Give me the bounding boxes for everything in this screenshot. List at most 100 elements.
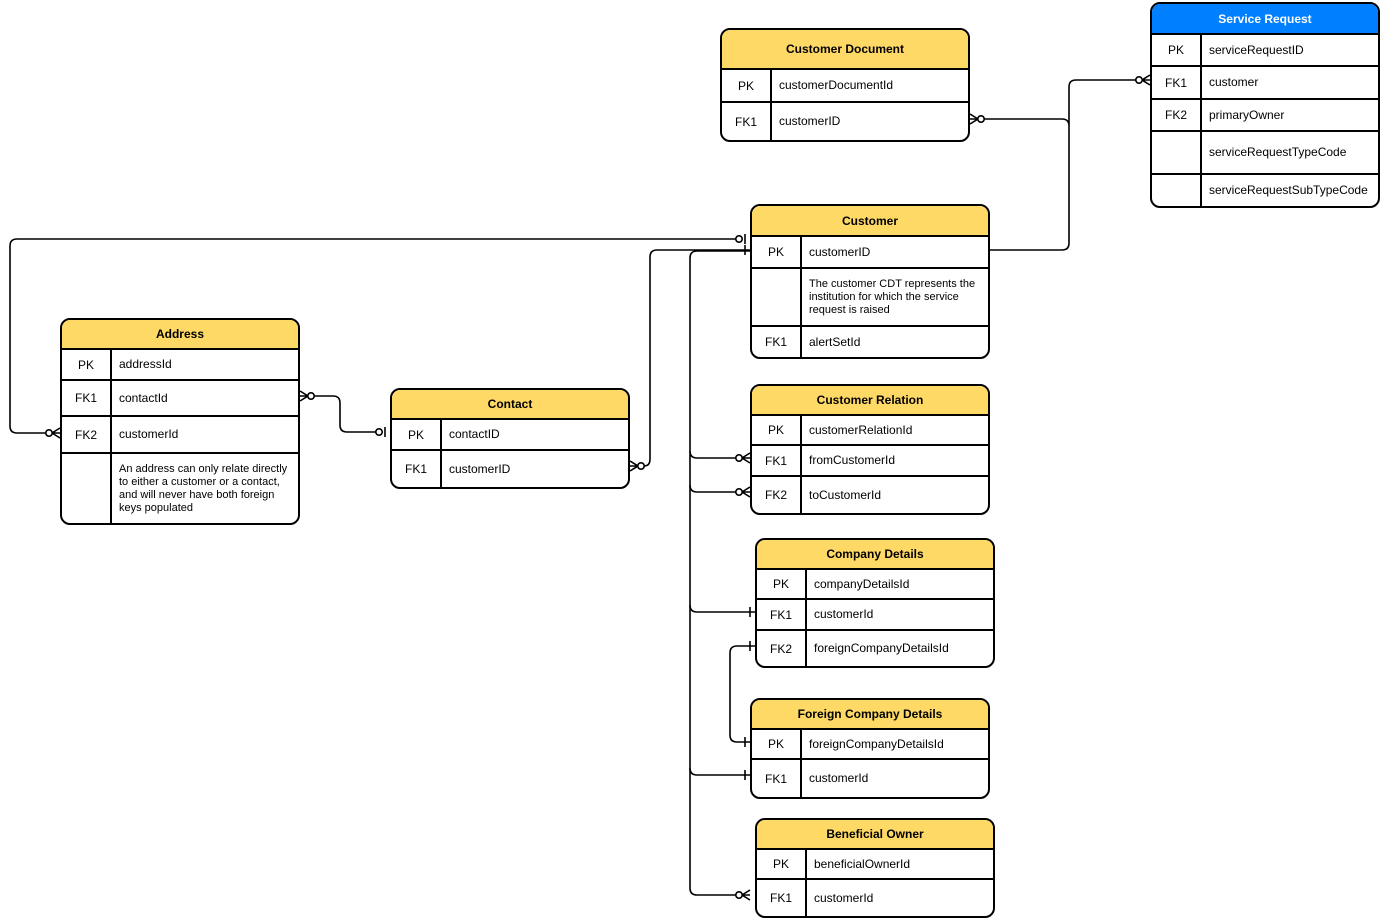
entity-title: Company Details [757, 540, 993, 570]
key-label [752, 269, 802, 325]
entity-row: serviceRequestSubTypeCode [1152, 175, 1378, 206]
crows-foot-icon [299, 390, 310, 402]
entity-row: PK beneficialOwnerId [757, 850, 993, 880]
key-label: FK2 [62, 417, 112, 452]
zero-circle-icon [1135, 76, 1144, 85]
entity-row: An address can only relate directly to e… [62, 454, 298, 523]
entity-customer-relation[interactable]: Customer Relation PK customerRelationId FK1… [750, 384, 990, 515]
field-name: addressId [119, 357, 172, 371]
entity-company-details[interactable]: Company Details PK companyDetailsId FK1 cust… [755, 538, 995, 668]
relationship-line [984, 79, 1136, 127]
entity-row: FK2 primaryOwner [1152, 100, 1378, 132]
entity-row: FK1 customer [1152, 67, 1378, 100]
entity-row: FK2 foreignCompanyDetailsId [757, 631, 993, 666]
field-name: alertSetId [809, 334, 861, 349]
key-label [62, 454, 112, 523]
field-name: serviceRequestID [1209, 42, 1304, 57]
entity-row: PK customerRelationId [752, 416, 988, 446]
crows-foot-icon [1140, 74, 1151, 86]
entity-row: FK1 customerId [757, 600, 993, 631]
entity-row: PK serviceRequestID [1152, 35, 1378, 67]
relationship-line [689, 450, 736, 459]
field-name: foreignCompanyDetailsId [809, 736, 944, 751]
field-name: customerDocumentId [779, 78, 894, 92]
key-label: PK [1152, 35, 1202, 65]
relationship-line [990, 126, 1070, 251]
crows-foot-icon [629, 460, 640, 472]
entity-row: FK1 customerId [752, 760, 988, 797]
key-label [1152, 132, 1202, 173]
entity-row: FK1 customerId [757, 880, 993, 916]
entity-row: FK1 customerID [722, 103, 968, 140]
relationship-line [643, 249, 750, 467]
entity-row: FK1 contactId [62, 381, 298, 417]
key-label: FK1 [757, 600, 807, 629]
field-name: primaryOwner [1209, 107, 1285, 122]
entity-foreign-company-details[interactable]: Foreign Company Details PK foreignCompanyD… [750, 698, 990, 799]
key-label: FK1 [392, 451, 442, 487]
key-label: FK2 [1152, 100, 1202, 130]
entity-beneficial-owner[interactable]: Beneficial Owner PK beneficialOwnerId FK1 cu… [755, 818, 995, 918]
entity-row: PK customerDocumentId [722, 70, 968, 103]
relationship-line [689, 484, 736, 493]
entity-address[interactable]: Address PK addressId FK1 contactId FK2 custome… [60, 318, 300, 525]
key-label: FK2 [757, 631, 807, 666]
crows-foot-icon [50, 427, 61, 439]
key-label: FK1 [62, 381, 112, 415]
field-name: contactID [449, 427, 500, 441]
key-label: PK [752, 237, 802, 267]
key-label: FK1 [1152, 67, 1202, 98]
entity-row: The customer CDT represents the institut… [752, 269, 988, 327]
entity-row: PK contactID [392, 420, 628, 451]
entity-title: Contact [392, 390, 628, 420]
field-name: customerID [449, 461, 511, 476]
entity-title: Customer Document [722, 30, 968, 70]
entity-row: FK1 fromCustomerId [752, 446, 988, 477]
entity-row: FK1 customerID [392, 451, 628, 487]
entity-title: Beneficial Owner [757, 820, 993, 850]
relationship-line [689, 604, 755, 613]
key-label: PK [62, 350, 112, 379]
key-label: PK [392, 420, 442, 449]
entity-title: Foreign Company Details [752, 700, 988, 730]
key-label: FK2 [752, 477, 802, 513]
entity-row: PK foreignCompanyDetailsId [752, 730, 988, 760]
key-label: FK1 [752, 446, 802, 475]
crows-foot-icon [740, 889, 751, 901]
entity-row: serviceRequestTypeCode [1152, 132, 1378, 175]
key-label: PK [722, 70, 772, 101]
relationship-line [689, 250, 750, 896]
entity-note: An address can only relate directly to e… [119, 462, 288, 514]
field-name: foreignCompanyDetailsId [814, 641, 949, 655]
entity-title: Customer Relation [752, 386, 988, 416]
entity-customer[interactable]: Customer PK customerID The customer CDT rep… [750, 204, 990, 359]
key-label: FK1 [752, 760, 802, 797]
zero-circle-icon [306, 391, 315, 400]
entity-row: PK customerID [752, 237, 988, 269]
field-name: beneficialOwnerId [814, 856, 911, 871]
zero-circle-icon [734, 453, 743, 462]
key-label: PK [752, 416, 802, 444]
field-name: customerID [779, 114, 841, 128]
crows-foot-icon [740, 486, 751, 498]
field-name: customerId [814, 607, 874, 621]
field-name: fromCustomerId [809, 453, 896, 467]
entity-title: Address [62, 320, 298, 350]
field-name: serviceRequestSubTypeCode [1209, 183, 1368, 197]
zero-circle-icon [44, 428, 53, 437]
entity-customer-document[interactable]: Customer Document PK customerDocumentId FK1… [720, 28, 970, 142]
zero-circle-icon [976, 115, 985, 124]
zero-circle-icon [734, 487, 743, 496]
field-name: toCustomerId [809, 487, 882, 502]
key-label: FK1 [722, 103, 772, 140]
key-label: PK [757, 850, 807, 878]
entity-service-request[interactable]: Service Request PK serviceRequestID FK1 cust… [1150, 2, 1380, 208]
field-name: customerId [119, 427, 179, 441]
key-label: PK [757, 570, 807, 598]
field-name: customerRelationId [809, 422, 913, 437]
entity-note: The customer CDT represents the institut… [809, 277, 976, 316]
entity-contact[interactable]: Contact PK contactID FK1 customerID [390, 388, 630, 489]
relationship-line [314, 395, 376, 433]
field-name: customerId [814, 890, 874, 905]
entity-title: Customer [752, 206, 988, 237]
